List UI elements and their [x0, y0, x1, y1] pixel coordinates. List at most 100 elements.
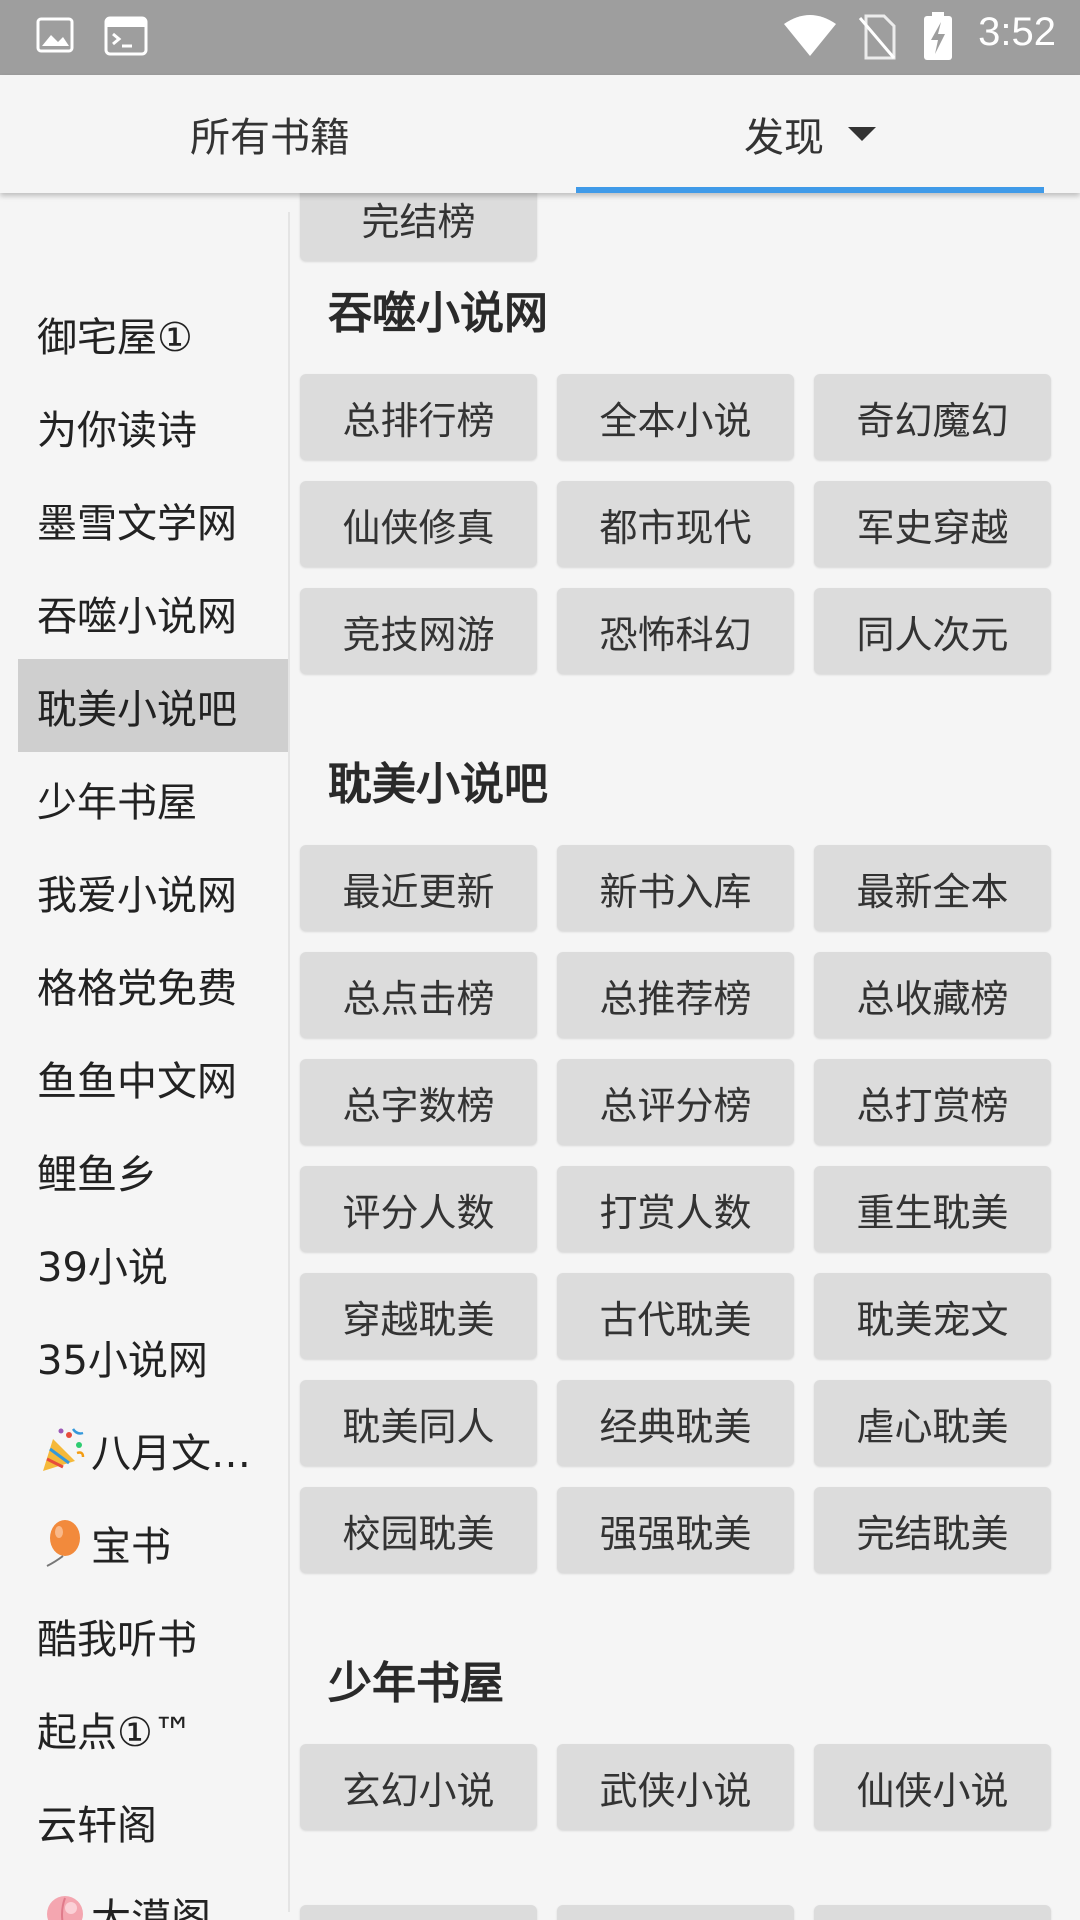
- category-button[interactable]: 恐怖科幻: [557, 588, 794, 674]
- tab-discover-label: 发现: [744, 115, 824, 161]
- category-button[interactable]: 军史穿越: [814, 481, 1051, 567]
- sidebar-item-label: 起点①™: [37, 1709, 193, 1756]
- category-button-label: 最近更新: [342, 869, 495, 914]
- sidebar-item-label: 鱼鱼中文网: [37, 1058, 237, 1105]
- sidebar-item[interactable]: 酷我听书: [18, 1589, 288, 1682]
- category-button[interactable]: 总排行榜: [300, 374, 537, 460]
- sidebar-item-label: 鲤鱼乡: [37, 1151, 157, 1198]
- battery-charging-icon: [924, 12, 952, 60]
- sidebar-item[interactable]: 起点①™: [18, 1682, 288, 1775]
- tab-discover[interactable]: 发现: [540, 75, 1080, 193]
- category-button[interactable]: 虐心耽美: [814, 1380, 1051, 1466]
- sidebar-item[interactable]: 墨雪文学网: [18, 473, 288, 566]
- category-button[interactable]: 全本小说: [557, 374, 794, 460]
- sidebar-item[interactable]: 御宅屋①: [18, 287, 288, 380]
- category-button-label: 都市现代: [599, 505, 752, 550]
- sidebar-item[interactable]: 格格党免费: [18, 938, 288, 1031]
- category-button-label: 仙侠小说: [856, 1768, 1009, 1813]
- category-button[interactable]: 完结耽美: [814, 1487, 1051, 1573]
- category-button-label: 新书入库: [599, 869, 752, 914]
- sidebar-item-label: 墨雪文学网: [37, 500, 237, 547]
- category-button[interactable]: 穿越耽美: [300, 1273, 537, 1359]
- sidebar-item[interactable]: 耽美小说吧: [18, 659, 288, 752]
- category-button[interactable]: 耽美同人: [300, 1380, 537, 1466]
- category-button-label: 耽美宠文: [856, 1297, 1009, 1342]
- category-button-label: 虐心耽美: [856, 1404, 1009, 1449]
- category-button[interactable]: 最新全本: [814, 845, 1051, 931]
- category-button[interactable]: 奇幻魔幻: [814, 374, 1051, 460]
- category-button-label: 总推荐榜: [599, 976, 752, 1021]
- sidebar-item[interactable]: 35小说网: [18, 1310, 288, 1403]
- category-button-label: 总字数榜: [342, 1083, 495, 1128]
- category-button-label: 总排行榜: [342, 398, 495, 443]
- sidebar-item[interactable]: 大漠阁: [18, 1868, 288, 1920]
- category-button-partial[interactable]: [557, 1905, 794, 1920]
- party-popper-icon: [37, 1425, 87, 1475]
- sidebar-item[interactable]: 鱼鱼中文网: [18, 1031, 288, 1124]
- category-button[interactable]: 最近更新: [300, 845, 537, 931]
- category-button[interactable]: 耽美宠文: [814, 1273, 1051, 1359]
- sidebar-item[interactable]: 为你读诗: [18, 380, 288, 473]
- dropdown-caret-icon[interactable]: [848, 127, 876, 141]
- discover-content: 完结榜吞噬小说网总排行榜 全本小说 奇幻魔幻仙侠修真 都市现代 军史穿越竞技网游 恐怖科幻…: [290, 193, 1080, 1920]
- category-button[interactable]: 总字数榜: [300, 1059, 537, 1145]
- sidebar-item[interactable]: 少年书屋: [18, 752, 288, 845]
- tab-all-books-label: 所有书籍: [190, 115, 350, 161]
- sidebar-item[interactable]: 吞噬小说网: [18, 566, 288, 659]
- category-button[interactable]: 仙侠修真: [300, 481, 537, 567]
- category-button[interactable]: 武侠小说: [557, 1744, 794, 1830]
- sidebar-item[interactable]: 云轩阁: [18, 1775, 288, 1868]
- sidebar-item[interactable]: 宝书: [18, 1496, 288, 1589]
- category-button-label: 打赏人数: [599, 1190, 752, 1235]
- category-button[interactable]: 仙侠小说: [814, 1744, 1051, 1830]
- sidebar-item-label: 39小说: [37, 1244, 168, 1291]
- sidebar-item-label: 大漠阁: [91, 1895, 211, 1920]
- sidebar-item[interactable]: 39小说: [18, 1217, 288, 1310]
- sidebar-item[interactable]: 我爱小说网: [18, 845, 288, 938]
- sidebar-item-label: 云轩阁: [37, 1802, 157, 1849]
- image-icon: [36, 17, 74, 53]
- category-button[interactable]: 总推荐榜: [557, 952, 794, 1038]
- category-button[interactable]: 总点击榜: [300, 952, 537, 1038]
- category-button[interactable]: 竞技网游: [300, 588, 537, 674]
- category-button[interactable]: 同人次元: [814, 588, 1051, 674]
- category-button[interactable]: 重生耽美: [814, 1166, 1051, 1252]
- peach-icon: [37, 1890, 87, 1920]
- category-button[interactable]: 古代耽美: [557, 1273, 794, 1359]
- category-button[interactable]: 总打赏榜: [814, 1059, 1051, 1145]
- tab-all-books[interactable]: 所有书籍: [0, 75, 540, 193]
- category-button-label: 重生耽美: [856, 1190, 1009, 1235]
- category-button[interactable]: 都市现代: [557, 481, 794, 567]
- category-button[interactable]: 总收藏榜: [814, 952, 1051, 1038]
- category-button-label: 完结榜: [361, 199, 476, 244]
- sidebar-item-label: 酷我听书: [37, 1616, 197, 1663]
- clock: 3:52: [978, 10, 1056, 54]
- category-button[interactable]: 玄幻小说: [300, 1744, 537, 1830]
- sidebar-item-label: 我爱小说网: [37, 872, 237, 919]
- category-button-label: 军史穿越: [856, 505, 1009, 550]
- category-button-partial[interactable]: [300, 1905, 537, 1920]
- category-button[interactable]: 校园耽美: [300, 1487, 537, 1573]
- category-button[interactable]: 经典耽美: [557, 1380, 794, 1466]
- category-button[interactable]: 新书入库: [557, 845, 794, 931]
- sidebar-item[interactable]: 八月文…: [18, 1403, 288, 1496]
- category-button-label: 经典耽美: [599, 1404, 752, 1449]
- category-button-label: 校园耽美: [342, 1511, 495, 1556]
- sidebar-item-label: 吞噬小说网: [37, 593, 237, 640]
- section-title: 少年书屋: [328, 1658, 504, 1709]
- category-button-label: 仙侠修真: [342, 505, 495, 550]
- no-sim-icon: [858, 14, 896, 60]
- category-button-label: 评分人数: [342, 1190, 495, 1235]
- section-title: 吞噬小说网: [328, 288, 548, 339]
- category-button-label: 总评分榜: [599, 1083, 752, 1128]
- category-button[interactable]: 完结榜: [300, 193, 537, 261]
- category-button[interactable]: 评分人数: [300, 1166, 537, 1252]
- category-button[interactable]: 总评分榜: [557, 1059, 794, 1145]
- category-button[interactable]: 强强耽美: [557, 1487, 794, 1573]
- sidebar-item[interactable]: 鲤鱼乡: [18, 1124, 288, 1217]
- terminal-icon: [104, 16, 148, 56]
- sidebar-item-label: 35小说网: [37, 1337, 208, 1384]
- category-button[interactable]: 打赏人数: [557, 1166, 794, 1252]
- balloon-icon: [37, 1518, 87, 1568]
- category-button-partial[interactable]: [814, 1905, 1051, 1920]
